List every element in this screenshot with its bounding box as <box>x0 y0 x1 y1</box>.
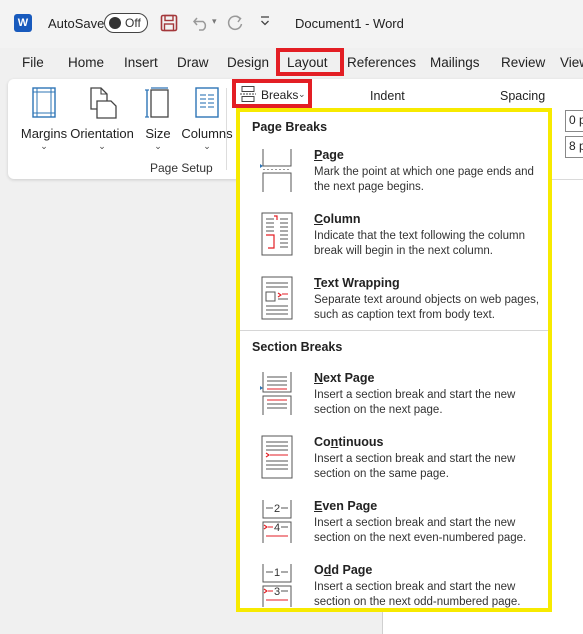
next-page-title: Next Page <box>314 371 375 385</box>
continuous-description: Insert a section break and start the new… <box>314 453 516 480</box>
customize-toolbar-icon[interactable] <box>259 15 271 30</box>
size-button[interactable]: Size ⌄ <box>143 87 173 152</box>
title-bar: W AutoSave Off ▾ Document1 - Word <box>0 0 583 48</box>
spacing-before-input[interactable]: 0 p <box>565 110 583 132</box>
spacing-after-input[interactable]: 8 p <box>565 136 583 158</box>
orientation-button[interactable]: Orientation ⌄ <box>70 87 134 152</box>
page-break-description: Mark the point at which one page ends an… <box>314 166 534 193</box>
page-break-item[interactable]: Page Mark the point at which one page en… <box>240 148 548 210</box>
svg-text:1: 1 <box>274 567 280 579</box>
continuous-title: Continuous <box>314 435 384 449</box>
odd-page-description: Insert a section break and start the new… <box>314 581 521 608</box>
breaks-icon <box>240 86 256 105</box>
even-page-description: Insert a section break and start the new… <box>314 517 527 544</box>
column-break-title: Column <box>314 212 361 226</box>
tab-view[interactable]: View <box>560 55 583 70</box>
tab-insert[interactable]: Insert <box>124 55 158 70</box>
even-page-break-item[interactable]: 2 4 Even Page Insert a section break and… <box>240 499 548 561</box>
breaks-label: Breaks <box>261 88 299 102</box>
chevron-down-icon: ⌄ <box>298 89 306 99</box>
odd-page-break-item[interactable]: 1 3 Odd Page Insert a section break and … <box>240 563 548 608</box>
column-break-item[interactable]: Column Indicate that the text following … <box>240 212 548 274</box>
tab-file[interactable]: File <box>22 55 44 70</box>
continuous-break-item[interactable]: Continuous Insert a section break and st… <box>240 435 548 497</box>
breaks-button[interactable]: Breaks ⌄ <box>232 79 312 108</box>
breaks-dropdown-menu: Page Breaks Page Mark the point at which… <box>236 108 552 612</box>
spacing-label: Spacing <box>500 89 546 103</box>
chevron-down-icon: ⌄ <box>40 141 48 151</box>
svg-text:4: 4 <box>274 522 280 534</box>
next-page-description: Insert a section break and start the new… <box>314 389 516 416</box>
page-break-title: Page <box>314 148 344 162</box>
word-logo-icon: W <box>14 14 32 32</box>
orientation-label: Orientation <box>70 126 134 141</box>
svg-text:2: 2 <box>274 503 280 515</box>
text-wrapping-break-item[interactable]: Text Wrapping Separate text around objec… <box>240 276 548 338</box>
tab-mailings[interactable]: Mailings <box>430 55 480 70</box>
page-breaks-header: Page Breaks <box>252 120 328 134</box>
autosave-state: Off <box>125 16 141 30</box>
section-breaks-header: Section Breaks <box>252 340 343 354</box>
orientation-icon <box>90 87 117 119</box>
margins-label: Margins <box>20 126 68 141</box>
autosave-toggle[interactable]: Off <box>104 13 148 33</box>
margins-icon <box>32 87 56 118</box>
tab-home[interactable]: Home <box>68 55 104 70</box>
margins-button[interactable]: Margins ⌄ <box>20 87 68 152</box>
chevron-down-icon: ⌄ <box>98 141 106 151</box>
indent-label: Indent <box>370 89 405 103</box>
column-break-icon <box>261 212 293 256</box>
odd-page-break-icon: 1 3 <box>262 564 292 607</box>
tab-design[interactable]: Design <box>227 55 269 70</box>
size-label: Size <box>145 126 171 141</box>
text-wrapping-break-icon <box>261 276 293 320</box>
page-break-icon <box>260 149 292 192</box>
text-wrapping-title: Text Wrapping <box>314 276 400 290</box>
column-break-description: Indicate that the text following the col… <box>314 230 525 257</box>
toggle-knob <box>109 17 121 29</box>
page-setup-group-label: Page Setup <box>150 161 213 175</box>
next-page-break-icon <box>260 372 292 415</box>
tab-references[interactable]: References <box>347 55 416 70</box>
tab-review[interactable]: Review <box>501 55 545 70</box>
columns-icon <box>195 87 219 118</box>
ribbon-divider <box>226 88 227 170</box>
document-title: Document1 - Word <box>295 16 404 31</box>
even-page-break-icon: 2 4 <box>262 500 292 543</box>
autosave-label: AutoSave <box>48 16 105 31</box>
undo-icon[interactable] <box>192 14 210 35</box>
continuous-break-icon <box>261 435 293 479</box>
next-page-break-item[interactable]: Next Page Insert a section break and sta… <box>240 371 548 433</box>
odd-page-title: Odd Page <box>314 563 373 577</box>
svg-text:3: 3 <box>274 586 280 598</box>
undo-dropdown-icon[interactable]: ▾ <box>212 16 217 27</box>
chevron-down-icon: ⌄ <box>154 141 162 151</box>
even-page-title: Even Page <box>314 499 378 513</box>
size-icon <box>145 87 169 118</box>
ribbon-tabs: File Home Insert Draw Design Layout Refe… <box>0 48 583 78</box>
menu-separator <box>240 330 548 331</box>
save-icon[interactable] <box>160 14 178 35</box>
text-wrapping-description: Separate text around objects on web page… <box>314 294 540 321</box>
tab-layout[interactable]: Layout <box>287 55 328 70</box>
tab-draw[interactable]: Draw <box>177 55 209 70</box>
redo-icon[interactable] <box>226 14 244 35</box>
